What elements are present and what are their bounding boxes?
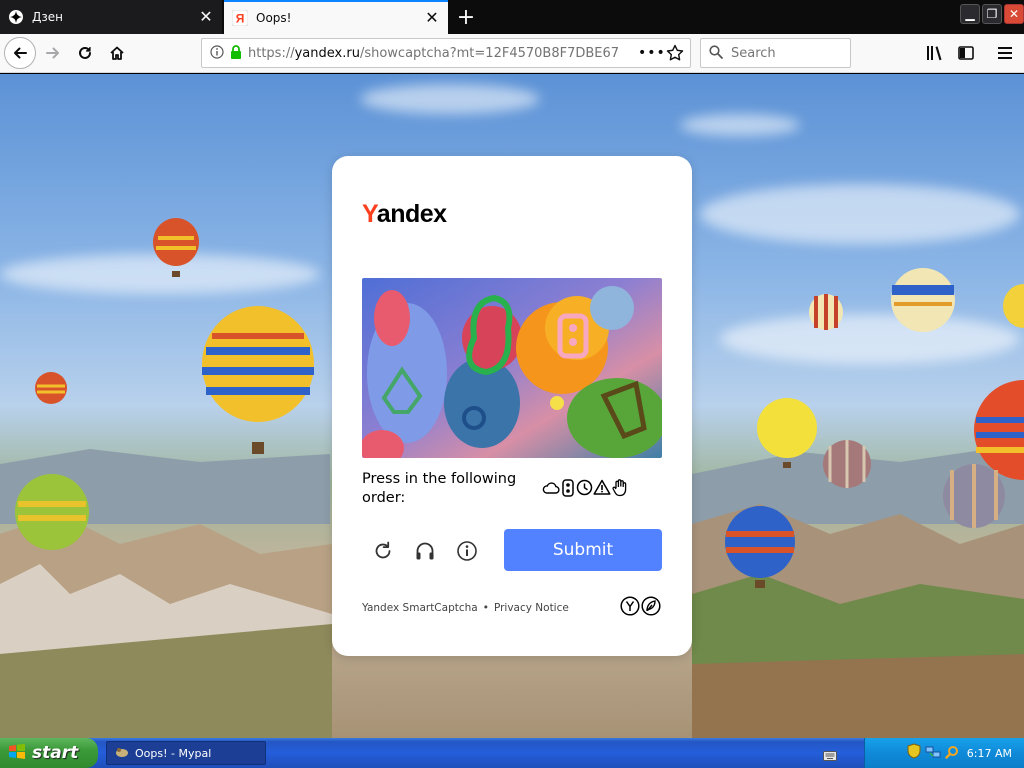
system-tray: 6:17 AM — [823, 738, 1024, 768]
url-scheme: https:// — [248, 45, 295, 61]
clock: 6:17 AM — [966, 746, 1012, 760]
hot-air-balloon — [725, 506, 795, 588]
library-icon — [927, 46, 942, 61]
tab-oops[interactable]: Я Oops! ✕ — [224, 0, 448, 34]
url-text[interactable]: https://yandex.ru/showcaptcha?mt=12F4570… — [248, 46, 618, 61]
browser-tab-strip: Дзен ✕ Я Oops! ✕ + ▁ ❐ ✕ — [0, 0, 1024, 34]
privacy-notice-link[interactable]: Privacy Notice — [494, 602, 569, 614]
mypal-browser-icon — [115, 745, 129, 762]
hamburger-menu-icon — [998, 47, 1012, 59]
cloud — [720, 314, 1020, 364]
info-button[interactable] — [454, 538, 480, 564]
forward-button[interactable] — [38, 38, 68, 68]
back-button[interactable] — [4, 37, 36, 69]
info-icon[interactable] — [210, 44, 224, 63]
dzen-favicon-icon — [8, 9, 24, 25]
restore-button[interactable]: ❐ — [982, 4, 1002, 24]
cloud — [680, 114, 800, 136]
search-icon — [709, 44, 723, 63]
yandex-logo-y: Y — [362, 200, 377, 228]
warning-triangle-icon — [593, 479, 611, 495]
hot-air-balloon — [202, 306, 314, 454]
yandex-leaf-badge-icon — [641, 596, 661, 616]
new-tab-button[interactable]: + — [452, 2, 480, 32]
url-host: yandex.ru — [294, 45, 360, 61]
cloud-icon — [542, 481, 560, 494]
page-content: Yandex Press in the following order: Sub… — [0, 74, 1024, 738]
home-icon — [110, 46, 124, 60]
reload-icon — [79, 46, 91, 59]
svg-text:Я: Я — [236, 12, 245, 26]
hot-air-balloon — [1003, 284, 1024, 328]
captcha-order-icons — [542, 478, 629, 497]
cloud — [700, 184, 1020, 244]
page-actions-icon[interactable]: ••• — [638, 45, 666, 61]
start-button[interactable]: start — [0, 738, 98, 768]
hot-air-balloon — [35, 372, 67, 404]
reload-button[interactable] — [70, 38, 100, 68]
cloud — [360, 84, 540, 114]
library-button[interactable] — [920, 38, 950, 68]
yandex-y-badge-icon — [620, 596, 640, 616]
hand-icon — [612, 479, 627, 497]
refresh-button[interactable] — [370, 538, 396, 564]
tab-title: Дзен — [32, 10, 63, 24]
tab-dzen[interactable]: Дзен ✕ — [0, 0, 222, 34]
hot-air-balloon — [809, 294, 843, 330]
captcha-card: Yandex Press in the following order: Sub… — [332, 156, 692, 656]
navigation-toolbar: https://yandex.ru/showcaptcha?mt=12F4570… — [0, 34, 1024, 73]
traffic-light-icon — [562, 478, 574, 497]
audio-headphones-icon — [416, 542, 434, 560]
search-box[interactable] — [700, 38, 851, 68]
lock-icon[interactable] — [230, 44, 242, 63]
refresh-icon — [375, 541, 391, 559]
windows-flag-icon — [8, 743, 26, 764]
footer-separator: • — [482, 602, 489, 614]
back-arrow-icon — [14, 47, 27, 59]
smartcaptcha-link[interactable]: Yandex SmartCaptcha — [362, 602, 478, 614]
forward-arrow-icon — [46, 47, 59, 59]
url-bar[interactable]: https://yandex.ru/showcaptcha?mt=12F4570… — [201, 38, 691, 68]
network-icon[interactable] — [925, 744, 941, 763]
minimize-button[interactable]: ▁ — [960, 4, 980, 24]
taskbar-window-label: Oops! - Mypal — [135, 746, 212, 760]
start-label: start — [32, 743, 79, 763]
hot-air-balloon — [943, 464, 1005, 528]
hot-air-balloon — [823, 440, 871, 488]
url-path: /showcaptcha?mt=12F4570B8F7DBE6712D0 — [359, 45, 618, 61]
menu-button[interactable] — [990, 38, 1020, 68]
keyboard-icon[interactable] — [823, 747, 837, 766]
captcha-footer: Yandex SmartCaptcha • Privacy Notice — [362, 602, 569, 614]
captcha-image[interactable] — [362, 278, 662, 458]
close-window-button[interactable]: ✕ — [1004, 4, 1024, 24]
yandex-badges — [620, 596, 661, 616]
sidebar-button[interactable] — [951, 38, 981, 68]
hot-air-balloon — [891, 268, 955, 332]
window-controls: ▁ ❐ ✕ — [960, 4, 1024, 24]
submit-button[interactable]: Submit — [504, 529, 662, 571]
captcha-instruction: Press in the following order: — [362, 471, 517, 506]
close-tab-icon[interactable]: ✕ — [196, 7, 216, 27]
taskbar: start Oops! - Mypal 6:17 AM — [0, 738, 1024, 768]
search-tray-icon[interactable] — [945, 744, 959, 763]
bookmark-star-icon[interactable] — [666, 44, 684, 66]
home-button[interactable] — [102, 38, 132, 68]
hot-air-balloon — [15, 474, 89, 550]
search-input[interactable] — [731, 45, 841, 61]
security-shield-icon[interactable] — [907, 743, 921, 763]
yandex-logo-rest: andex — [376, 200, 447, 228]
taskbar-window-button[interactable]: Oops! - Mypal — [106, 741, 266, 765]
yandex-logo: Yandex — [362, 200, 447, 229]
audio-captcha-button[interactable] — [412, 538, 438, 564]
hot-air-balloon — [757, 398, 817, 468]
tab-title: Oops! — [256, 11, 292, 25]
clock-icon — [576, 479, 593, 496]
yandex-favicon-icon: Я — [232, 10, 248, 26]
hot-air-balloon — [153, 218, 199, 277]
sidebar-icon — [958, 46, 974, 60]
close-tab-icon[interactable]: ✕ — [422, 8, 442, 28]
info-icon — [457, 541, 477, 561]
